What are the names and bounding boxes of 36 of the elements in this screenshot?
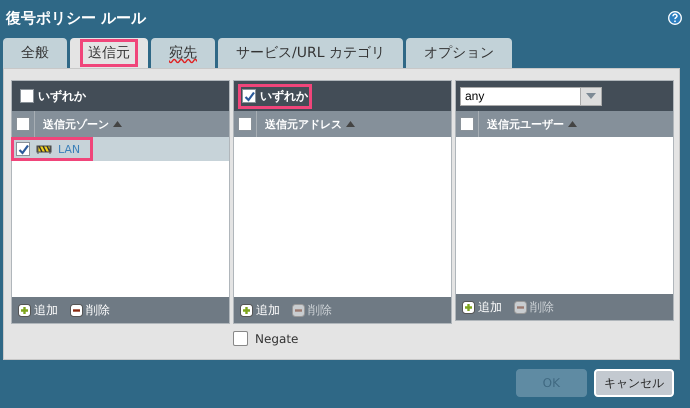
add-button[interactable]: 追加 [462,298,502,316]
any-label: いずれか [260,88,308,104]
sort-icon[interactable] [568,121,577,127]
delete-button[interactable]: 削除 [70,302,110,318]
minus-icon [70,304,83,316]
any-label: いずれか [38,88,86,104]
checkbox[interactable] [20,89,34,103]
tab[interactable]: 全般 [3,38,67,68]
sort-icon[interactable] [113,121,122,127]
add-button[interactable]: 追加 [240,302,280,318]
plus-icon [18,304,31,316]
select-all-checkbox[interactable] [460,117,474,131]
help-icon[interactable] [668,11,682,25]
zone-link[interactable]: LAN [58,142,80,156]
negate-checkbox[interactable] [233,331,248,346]
column-header[interactable]: 送信元ゾーン [43,116,109,132]
zone-icon [36,143,52,155]
minus-icon [292,304,305,316]
minus-icon [514,300,527,314]
plus-icon [240,304,253,316]
select-all-checkbox[interactable] [16,117,30,131]
sort-icon[interactable] [346,121,355,127]
user-dropdown[interactable]: any [460,86,602,106]
dialog-title: 復号ポリシー ルール [6,8,146,28]
tab[interactable]: オプション [406,38,512,68]
caret-icon [586,93,596,99]
checkbox[interactable] [242,89,256,103]
cancel-button[interactable]: キャンセル [594,369,674,397]
select-all-checkbox[interactable] [238,117,252,131]
row-checkbox[interactable] [16,142,30,156]
negate-label: Negate [255,332,298,346]
tab[interactable]: 宛先 [151,38,215,68]
tab[interactable]: 送信元 [70,38,148,68]
plus-icon [462,300,475,314]
add-button[interactable]: 追加 [18,302,58,318]
tab[interactable]: サービス/URL カテゴリ [218,38,403,68]
